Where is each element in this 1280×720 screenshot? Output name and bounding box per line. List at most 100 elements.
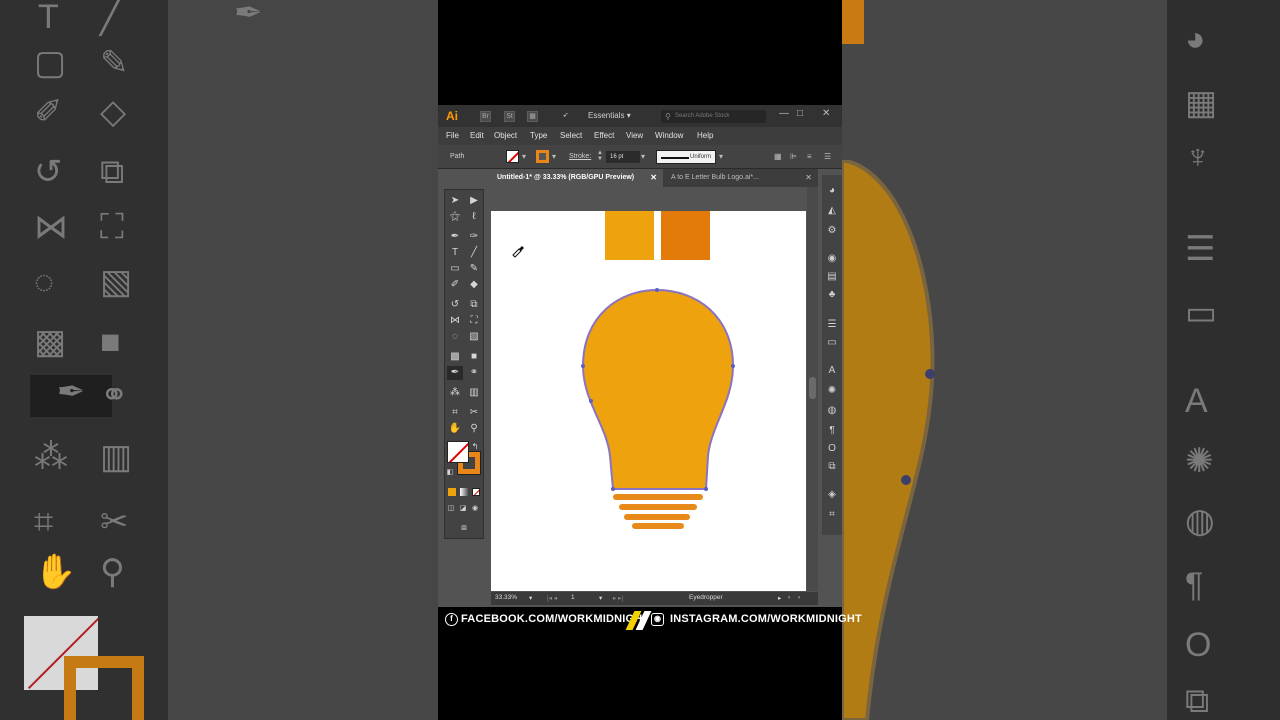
variable-width-profile[interactable]: Uniform: [656, 150, 716, 164]
menu-file[interactable]: File: [446, 131, 459, 140]
free-transform-tool-icon[interactable]: ⛶: [466, 314, 482, 328]
screen-mode-icon[interactable]: ⧈: [455, 520, 473, 534]
artboard-dropdown-icon[interactable]: ▾: [599, 594, 602, 602]
artboard-nav-prev-icon[interactable]: |◂ ◂: [547, 594, 557, 602]
facebook-link[interactable]: FACEBOOK.COM/WORKMIDNIGHT: [461, 613, 649, 625]
isolate-icon[interactable]: ≡: [807, 152, 812, 161]
swatches-icon[interactable]: ◉: [825, 253, 839, 265]
scroll-right-icon[interactable]: ›: [798, 594, 800, 601]
none-mode-icon[interactable]: [472, 488, 480, 496]
workspace-switcher[interactable]: Essentials ▾: [588, 111, 631, 120]
perspective-grid-tool-icon[interactable]: ▧: [466, 330, 482, 344]
column-graph-tool-icon[interactable]: ▥: [466, 386, 482, 400]
close-tab-icon[interactable]: ✕: [650, 169, 657, 187]
bridge-icon[interactable]: Br: [480, 111, 491, 122]
base-stripe[interactable]: [624, 514, 690, 520]
pen-tool-icon[interactable]: ✒: [447, 230, 463, 244]
shaper-tool-icon[interactable]: ✐: [447, 278, 463, 292]
menu-help[interactable]: Help: [697, 131, 713, 140]
anchor-point[interactable]: [655, 288, 659, 292]
stroke-stepper-icon[interactable]: ▲ ▼: [597, 150, 603, 162]
scale-tool-icon[interactable]: ⧉: [466, 298, 482, 312]
default-colors-icon[interactable]: ◧: [445, 466, 455, 480]
tab-bulb-logo[interactable]: A to E Letter Bulb Logo.ai*... ✕: [665, 169, 818, 187]
gradient-panel-icon[interactable]: ▭: [825, 337, 839, 349]
selection-tool-icon[interactable]: ➤: [447, 194, 463, 208]
zoom-level[interactable]: 33.33%: [495, 594, 517, 601]
arrange-documents-icon[interactable]: ▦: [527, 111, 538, 122]
menu-type[interactable]: Type: [530, 131, 547, 140]
shape-builder-tool-icon[interactable]: ◌: [447, 330, 463, 344]
base-stripe[interactable]: [632, 523, 684, 529]
rotate-tool-icon[interactable]: ↺: [447, 298, 463, 312]
gradient-tool-icon[interactable]: ■: [466, 350, 482, 364]
libraries-icon[interactable]: ⚙: [825, 225, 839, 237]
profile-dropdown-icon[interactable]: ▾: [719, 152, 723, 161]
anchor-point[interactable]: [611, 487, 615, 491]
fill-color-box[interactable]: [447, 441, 469, 463]
tab-untitled-1[interactable]: Untitled-1* @ 33.33% (RGB/GPU Preview) ✕: [491, 169, 663, 187]
line-tool-icon[interactable]: ╱: [466, 246, 482, 260]
transparency-icon[interactable]: ◍: [825, 405, 839, 417]
swatch-yellow[interactable]: [605, 211, 654, 260]
scroll-left-icon[interactable]: ‹: [788, 594, 790, 601]
symbol-sprayer-tool-icon[interactable]: ⁂: [447, 386, 463, 400]
anchor-point[interactable]: [581, 364, 585, 368]
color-mode-icon[interactable]: [448, 488, 456, 496]
direct-selection-tool-icon[interactable]: ▶: [466, 194, 482, 208]
panel-menu-icon[interactable]: ☰: [824, 152, 831, 161]
fill-none-swatch[interactable]: [506, 150, 519, 163]
type-tool-icon[interactable]: T: [447, 246, 463, 260]
color-panel-icon[interactable]: ◕: [825, 185, 839, 197]
menu-window[interactable]: Window: [655, 131, 683, 140]
paintbrush-tool-icon[interactable]: ✎: [466, 262, 482, 276]
appearance-icon[interactable]: ✺: [825, 385, 839, 397]
symbols-icon[interactable]: ♣: [825, 289, 839, 301]
swap-colors-icon[interactable]: ↰: [470, 440, 480, 454]
stroke-weight-dropdown-icon[interactable]: ▾: [641, 152, 645, 161]
magic-wand-tool-icon[interactable]: ⚝: [447, 210, 463, 224]
paragraph-icon[interactable]: ¶: [825, 425, 839, 437]
stroke-panel-icon[interactable]: ☰: [825, 319, 839, 331]
blend-tool-icon[interactable]: ⚭: [466, 366, 482, 380]
stroke-label[interactable]: Stroke:: [569, 153, 591, 160]
fill-dropdown-icon[interactable]: ▾: [522, 152, 526, 161]
menu-edit[interactable]: Edit: [470, 131, 484, 140]
brushes-icon[interactable]: ▤: [825, 271, 839, 283]
character-icon[interactable]: A: [825, 365, 839, 377]
transform-icon[interactable]: ⊫: [790, 152, 797, 161]
minimize-button[interactable]: —: [779, 108, 789, 119]
hand-tool-icon[interactable]: ✋: [447, 422, 463, 436]
base-stripe[interactable]: [613, 494, 703, 500]
menu-view[interactable]: View: [626, 131, 643, 140]
bulb-shape[interactable]: [581, 288, 735, 490]
scroll-thumb[interactable]: [809, 377, 816, 399]
eyedropper-tool-icon[interactable]: ✒: [447, 366, 463, 380]
anchor-point[interactable]: [731, 364, 735, 368]
stroke-weight-field[interactable]: 16 pt: [606, 151, 640, 163]
menu-object[interactable]: Object: [494, 131, 517, 140]
swatch-orange[interactable]: [661, 211, 710, 260]
menu-effect[interactable]: Effect: [594, 131, 614, 140]
curvature-tool-icon[interactable]: ✑: [466, 230, 482, 244]
gpu-performance-icon[interactable]: ➶: [560, 111, 571, 122]
align-icon[interactable]: ▦: [774, 152, 782, 161]
color-guide-icon[interactable]: ◭: [825, 205, 839, 217]
vertical-scrollbar[interactable]: [807, 187, 818, 591]
close-button[interactable]: ✕: [822, 108, 830, 119]
eraser-tool-icon[interactable]: ◆: [466, 278, 482, 292]
lasso-tool-icon[interactable]: ℓ: [466, 210, 482, 224]
width-tool-icon[interactable]: ⋈: [447, 314, 463, 328]
stroke-color-swatch[interactable]: [536, 150, 549, 163]
zoom-tool-icon[interactable]: ⚲: [466, 422, 482, 436]
draw-behind-icon[interactable]: ◪: [457, 502, 469, 516]
maximize-button[interactable]: □: [797, 108, 803, 119]
draw-inside-icon[interactable]: ◉: [469, 502, 481, 516]
close-tab-icon[interactable]: ✕: [805, 169, 812, 187]
search-stock-input[interactable]: ⚲ Search Adobe Stock: [661, 110, 766, 123]
rectangle-tool-icon[interactable]: ▭: [447, 262, 463, 276]
status-menu-icon[interactable]: ▸: [778, 594, 781, 602]
artboard-nav-next-icon[interactable]: ▸ ▸|: [613, 594, 623, 602]
base-stripe[interactable]: [619, 504, 697, 510]
artboard-tool-icon[interactable]: ⌗: [447, 406, 463, 420]
